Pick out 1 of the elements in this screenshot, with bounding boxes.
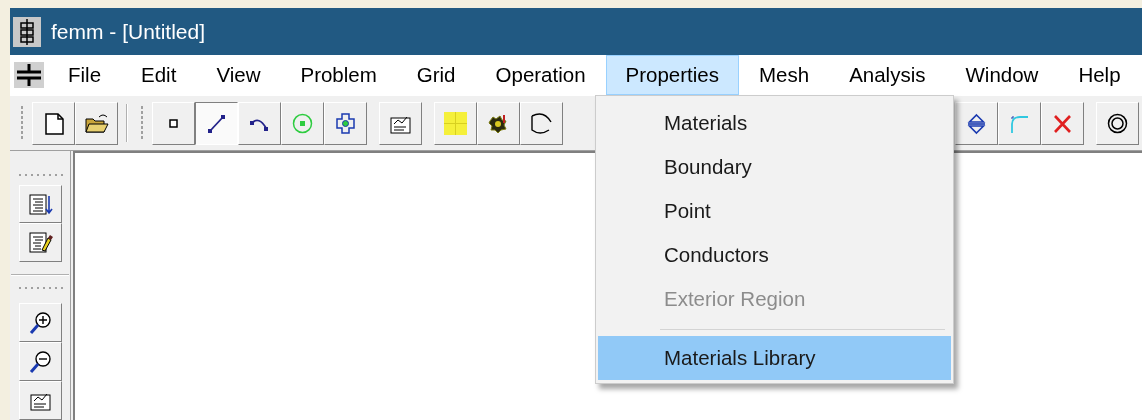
window-title: femm - [Untitled] [51, 19, 206, 44]
